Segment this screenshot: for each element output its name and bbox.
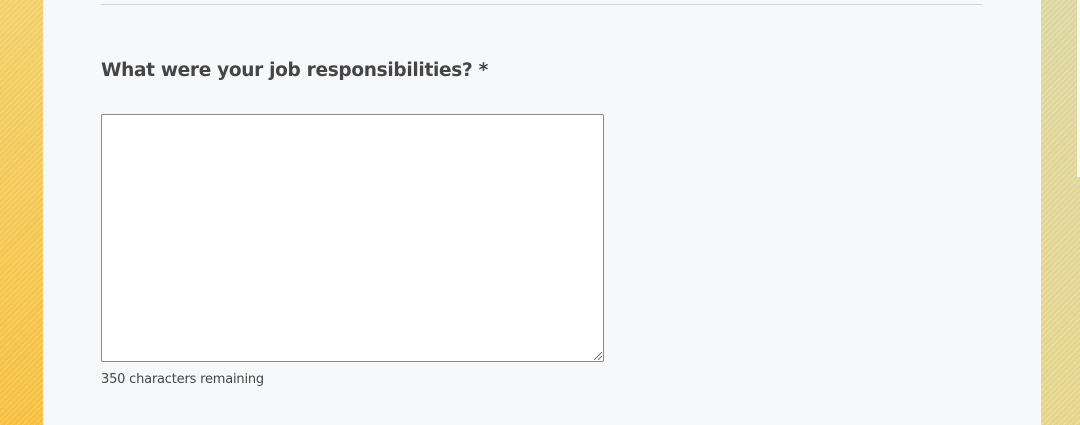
resize-grip-icon[interactable] [593, 351, 602, 360]
page-background-left [0, 0, 43, 425]
job-responsibilities-field [101, 114, 604, 362]
characters-remaining-counter: 350 characters remaining [101, 372, 264, 387]
section-divider [101, 4, 982, 5]
job-responsibilities-textarea[interactable] [101, 114, 604, 362]
form-panel: What were your job responsibilities? * 3… [43, 0, 1041, 425]
job-responsibilities-label: What were your job responsibilities? * [101, 60, 488, 81]
page-background-right [1041, 0, 1080, 425]
